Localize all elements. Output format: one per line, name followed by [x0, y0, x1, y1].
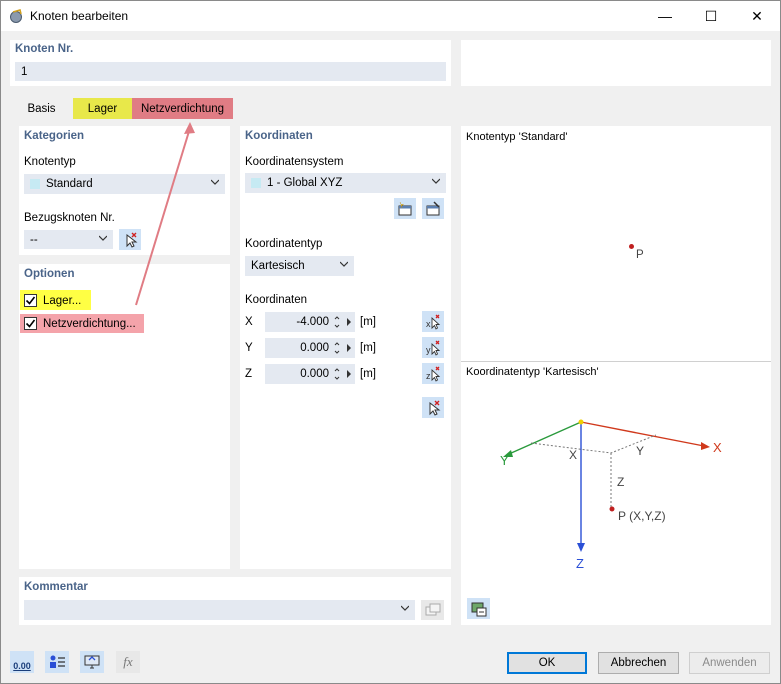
coord-x-unit: [m]	[360, 316, 376, 328]
view-button[interactable]	[80, 651, 104, 673]
svg-text:x: x	[426, 319, 431, 329]
coord-z-input[interactable]: 0.000	[265, 364, 333, 384]
coord-x-spinner[interactable]	[333, 312, 355, 332]
koordinatentyp-select[interactable]: Kartesisch	[245, 256, 354, 276]
point-label: P	[636, 249, 644, 261]
point-xyz-label: P (X,Y,Z)	[618, 509, 666, 523]
pick-all-button[interactable]	[422, 397, 444, 418]
cancel-button[interactable]: Abbrechen	[598, 652, 679, 674]
picture-icon	[471, 602, 486, 616]
kommentar-edit-button[interactable]	[421, 600, 444, 620]
units-button[interactable]: 0.00	[10, 651, 34, 673]
info-button[interactable]	[45, 651, 69, 673]
spinner-arrows-icon	[334, 316, 351, 328]
x-axis-arrowhead	[701, 442, 710, 450]
comment-window-icon	[425, 603, 440, 616]
axis-x-label: X	[713, 440, 722, 455]
koordinatentyp-value: Kartesisch	[251, 260, 305, 272]
pick-x-button[interactable]: x	[422, 311, 444, 332]
cartesian-axes-diagram	[503, 419, 710, 552]
koordinatentyp-label: Koordinatentyp	[245, 238, 323, 250]
formula-button[interactable]: fx	[116, 651, 140, 673]
new-window-icon	[398, 201, 412, 215]
koordinatentyp-caption: Koordinatentyp 'Kartesisch'	[466, 366, 599, 378]
kommentar-label: Kommentar	[24, 581, 88, 593]
proj-x-label: X	[569, 448, 578, 462]
chevron-down-icon	[401, 605, 409, 611]
pick-z-icon: z	[426, 366, 441, 382]
kommentar-input[interactable]	[24, 600, 415, 620]
chevron-down-icon	[340, 261, 348, 267]
koordinaten-title: Koordinaten	[245, 130, 313, 142]
coord-z-label: Z	[245, 368, 253, 380]
preview-options-button[interactable]	[467, 598, 490, 619]
koordinaten-label: Koordinaten	[245, 294, 308, 306]
coord-x-input[interactable]: -4.000	[265, 312, 333, 332]
color-swatch	[251, 178, 261, 188]
coord-y-input[interactable]: 0.000	[265, 338, 333, 358]
point-marker	[629, 244, 634, 249]
proj-y-label: Y	[636, 444, 645, 458]
ok-button[interactable]: OK	[507, 652, 587, 674]
coord-z-unit: [m]	[360, 368, 376, 380]
pick-cursor-icon	[429, 400, 441, 416]
pick-y-icon: y	[426, 340, 441, 356]
fx-icon: fx	[123, 654, 133, 669]
coord-x-label: X	[245, 316, 253, 328]
new-coordinate-system-button[interactable]	[394, 198, 416, 219]
origin-point	[578, 419, 584, 425]
x-axis-line	[580, 421, 705, 447]
knotentyp-caption: Knotentyp 'Standard'	[466, 131, 568, 143]
svg-text:y: y	[426, 345, 431, 355]
koordinatensystem-value: 1 - Global XYZ	[267, 177, 343, 189]
koordinatensystem-label: Koordinatensystem	[245, 156, 344, 168]
preview-divider	[461, 361, 771, 362]
axis-z-label: Z	[576, 556, 584, 571]
coord-y-unit: [m]	[360, 342, 376, 354]
apply-button[interactable]: Anwenden	[689, 652, 770, 674]
koordinatensystem-select[interactable]: 1 - Global XYZ	[245, 173, 446, 193]
edit-window-icon	[426, 200, 440, 215]
pick-x-icon: x	[426, 314, 441, 330]
spinner-arrows-icon	[334, 342, 351, 354]
point-p-marker	[609, 506, 615, 512]
chevron-down-icon	[432, 178, 440, 184]
units-icon: 0.00	[13, 661, 31, 671]
pick-y-button[interactable]: y	[422, 337, 444, 358]
axis-y-label: Y	[500, 453, 509, 468]
coord-z-spinner[interactable]	[333, 364, 355, 384]
edit-coordinate-system-button[interactable]	[422, 198, 444, 219]
display-icon	[84, 655, 100, 669]
svg-text:z: z	[426, 371, 431, 381]
proj-z-label: Z	[617, 475, 625, 489]
coord-y-spinner[interactable]	[333, 338, 355, 358]
person-list-icon	[50, 655, 65, 668]
spinner-arrows-icon	[334, 368, 351, 380]
coord-y-label: Y	[245, 342, 253, 354]
z-axis-arrowhead	[577, 543, 585, 552]
pick-z-button[interactable]: z	[422, 363, 444, 384]
